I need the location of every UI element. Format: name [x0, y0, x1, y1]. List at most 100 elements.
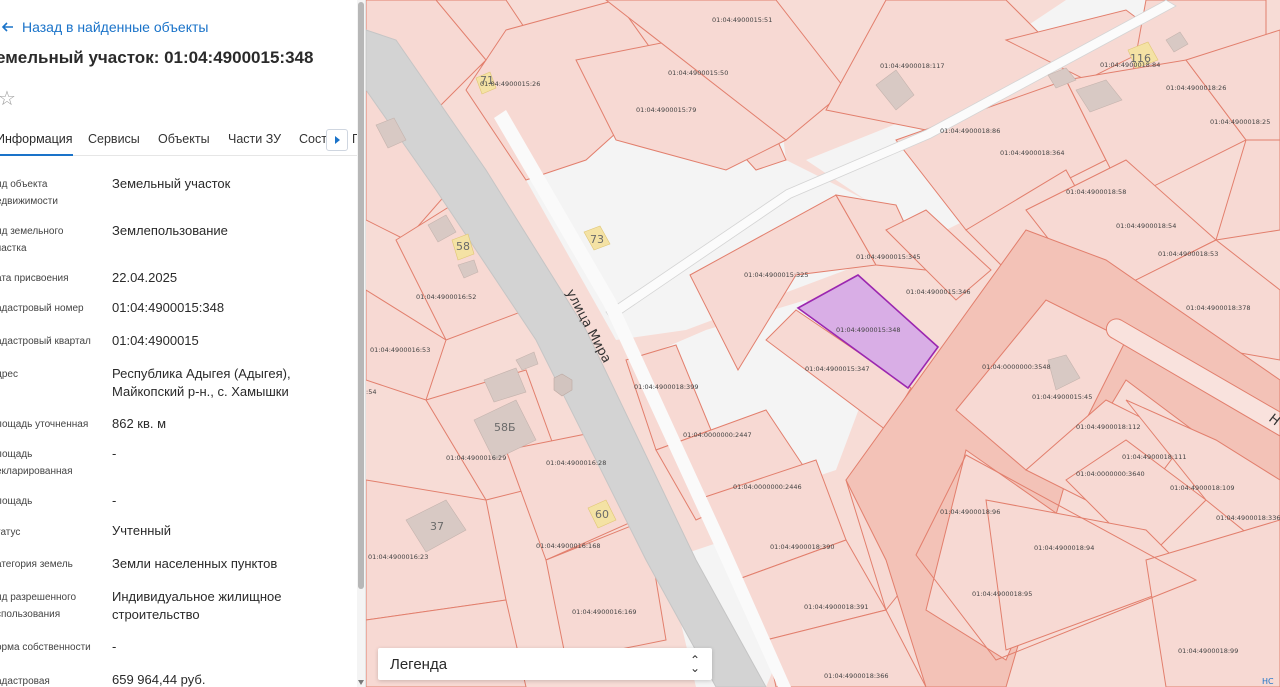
- plot-label: 01:04:4900018:54: [1116, 222, 1176, 230]
- plot-label-partial: :54: [366, 388, 376, 396]
- plot-label: 01:04:4900018:111: [1122, 453, 1186, 461]
- back-link[interactable]: Назад в найденные объекты: [0, 17, 208, 37]
- field-value: Учтенный: [112, 523, 172, 538]
- tab-parcel-parts[interactable]: Части ЗУ: [228, 132, 281, 146]
- plot-label: 01:04:4900016:53: [370, 346, 430, 354]
- field-label: ид земельного частка: [0, 226, 64, 254]
- plot-label: 01:04:4900016:29: [446, 454, 506, 462]
- plot-label: 01:04:4900018:25: [1210, 118, 1270, 126]
- plot-label: 01:04:4900018:94: [1034, 544, 1094, 552]
- field-value: 22.04.2025: [112, 270, 178, 285]
- field-value: Землепользование: [112, 223, 228, 238]
- plot-label: 01:04:4900018:399: [634, 383, 698, 391]
- plot-label: 01:04:4900018:117: [880, 62, 944, 70]
- field-value: Земли населенных пунктов: [112, 556, 278, 571]
- field-label: адастровая: [0, 676, 50, 687]
- plot-label: 01:04:4900018:26: [1166, 84, 1226, 92]
- page-title: емельный участок: 01:04:4900015:348: [0, 48, 314, 67]
- field-value: -: [112, 639, 117, 654]
- plot-label: 01:04:4900018:99: [1178, 647, 1238, 655]
- plot-label: 01:04:0000000:3548: [982, 363, 1051, 371]
- tabs-scroll-right-button[interactable]: [326, 129, 348, 151]
- tab-bar: Информация Сервисы Объекты Части ЗУ Сост…: [0, 124, 365, 156]
- plot-label: 01:04:4900015:51: [712, 16, 772, 24]
- field-label: орма собственности: [0, 642, 91, 653]
- field-label: ата присвоения: [0, 273, 69, 284]
- plot-label: 01:04:4900018:86: [940, 127, 1000, 135]
- house-number: 37: [430, 520, 444, 533]
- plot-label: 01:04:4900018:96: [940, 508, 1000, 516]
- field-value: Земельный участок: [112, 176, 231, 191]
- plot-label: 01:04:4900018:112: [1076, 423, 1140, 431]
- scroll-down-arrow-icon[interactable]: [358, 680, 364, 685]
- field-label: татус: [0, 527, 21, 538]
- plot-label: 01:04:4900018:53: [1158, 250, 1218, 258]
- plot-label: 01:04:4900018:378: [1186, 304, 1250, 312]
- field-label: лощадь уточненная: [0, 419, 89, 430]
- chevron-up-down-icon: ⌃ ⌄: [689, 653, 700, 675]
- plot-label: 01:04:4900016:28: [546, 459, 606, 467]
- plot-label: 01:04:4900018:109: [1170, 484, 1234, 492]
- plot-label: 01:04:4900016:52: [416, 293, 476, 301]
- plot-label: 01:04:4900015:346: [906, 288, 970, 296]
- plot-label: 01:04:4900018:336: [1216, 514, 1280, 522]
- field-value: Индивидуальное жилищное строительство: [112, 589, 282, 622]
- field-label: ид объекта едвижимости: [0, 179, 58, 207]
- favorite-star-icon[interactable]: ☆: [0, 84, 20, 112]
- plot-label: 01:04:4900015:79: [636, 106, 696, 114]
- plot-label: 01:04:4900015:26: [480, 80, 540, 88]
- field-label: лощадь: [0, 496, 33, 507]
- field-value: 659 964,44 руб.: [112, 672, 206, 687]
- info-panel: Назад в найденные объекты емельный участ…: [0, 0, 366, 687]
- plot-label: 01:04:4900018:391: [804, 603, 868, 611]
- tab-information[interactable]: Информация: [0, 132, 73, 156]
- plot-label: 01:04:4900016:23: [368, 553, 428, 561]
- tab-objects[interactable]: Объекты: [158, 132, 210, 146]
- plot-label: 01:04:0000000:3640: [1076, 470, 1145, 478]
- field-label: атегория земель: [0, 559, 73, 570]
- plot-label: 01:04:4900015:325: [744, 271, 808, 279]
- field-value: 01:04:4900015: [112, 333, 199, 348]
- map-corner-label: НС: [1262, 677, 1274, 686]
- parcel[interactable]: [366, 479, 507, 621]
- plot-label: 01:04:4900018:84: [1100, 61, 1160, 69]
- field-label: ид разрешенного спользования: [0, 592, 77, 620]
- plot-label: 01:04:4900018:95: [972, 590, 1032, 598]
- field-label: адастровый квартал: [0, 336, 91, 347]
- panel-scrollbar[interactable]: [357, 0, 365, 687]
- field-label: лощадь екларированная: [0, 449, 73, 477]
- field-value: -: [112, 493, 117, 508]
- house-number: 73: [590, 233, 604, 246]
- tab-services[interactable]: Сервисы: [88, 132, 140, 146]
- legend-dropdown[interactable]: Легенда ⌃ ⌄: [378, 648, 712, 680]
- arrow-left-icon: [1, 22, 13, 32]
- plot-label: 01:04:4900018:364: [1000, 149, 1064, 157]
- back-link-label: Назад в найденные объекты: [22, 19, 209, 35]
- field-value: 862 кв. м: [112, 416, 167, 431]
- field-value: 01:04:4900015:348: [112, 300, 225, 315]
- plot-label: 01:04:4900015:348: [836, 326, 900, 334]
- plot-label: 01:04:4900018:366: [824, 672, 888, 680]
- cadastral-map[interactable]: 71 73 58 58Б 37 60 116 улица Мира 01:04:…: [366, 0, 1280, 687]
- house-number: 58: [456, 240, 470, 253]
- field-value: -: [112, 446, 117, 461]
- caret-right-icon: [334, 136, 340, 144]
- plot-label: 01:04:4900016:169: [572, 608, 636, 616]
- scrollbar-thumb[interactable]: [358, 2, 364, 589]
- house-number: 60: [595, 508, 609, 521]
- plot-label: 01:04:4900015:45: [1032, 393, 1092, 401]
- plot-label: 01:04:0000000:2446: [733, 483, 802, 491]
- field-value: Республика Адыгея (Адыгея), Майкопский р…: [112, 366, 291, 399]
- plot-label: 01:04:4900018:390: [770, 543, 834, 551]
- plot-label: 01:04:4900015:50: [668, 69, 728, 77]
- plot-label: 01:04:4900018:58: [1066, 188, 1126, 196]
- plot-label: 01:04:4900015:347: [805, 365, 869, 373]
- plot-label: 01:04:0000000:2447: [683, 431, 752, 439]
- plot-label: 01:04:4900015:345: [856, 253, 920, 261]
- legend-label: Легенда: [390, 655, 448, 673]
- plot-label: 01:04:4900016:168: [536, 542, 600, 550]
- field-label: адастровый номер: [0, 303, 84, 314]
- field-label: дрес: [0, 369, 18, 380]
- house-number: 58Б: [494, 421, 516, 434]
- map-canvas[interactable]: 71 73 58 58Б 37 60 116 улица Мира 01:04:…: [366, 0, 1280, 687]
